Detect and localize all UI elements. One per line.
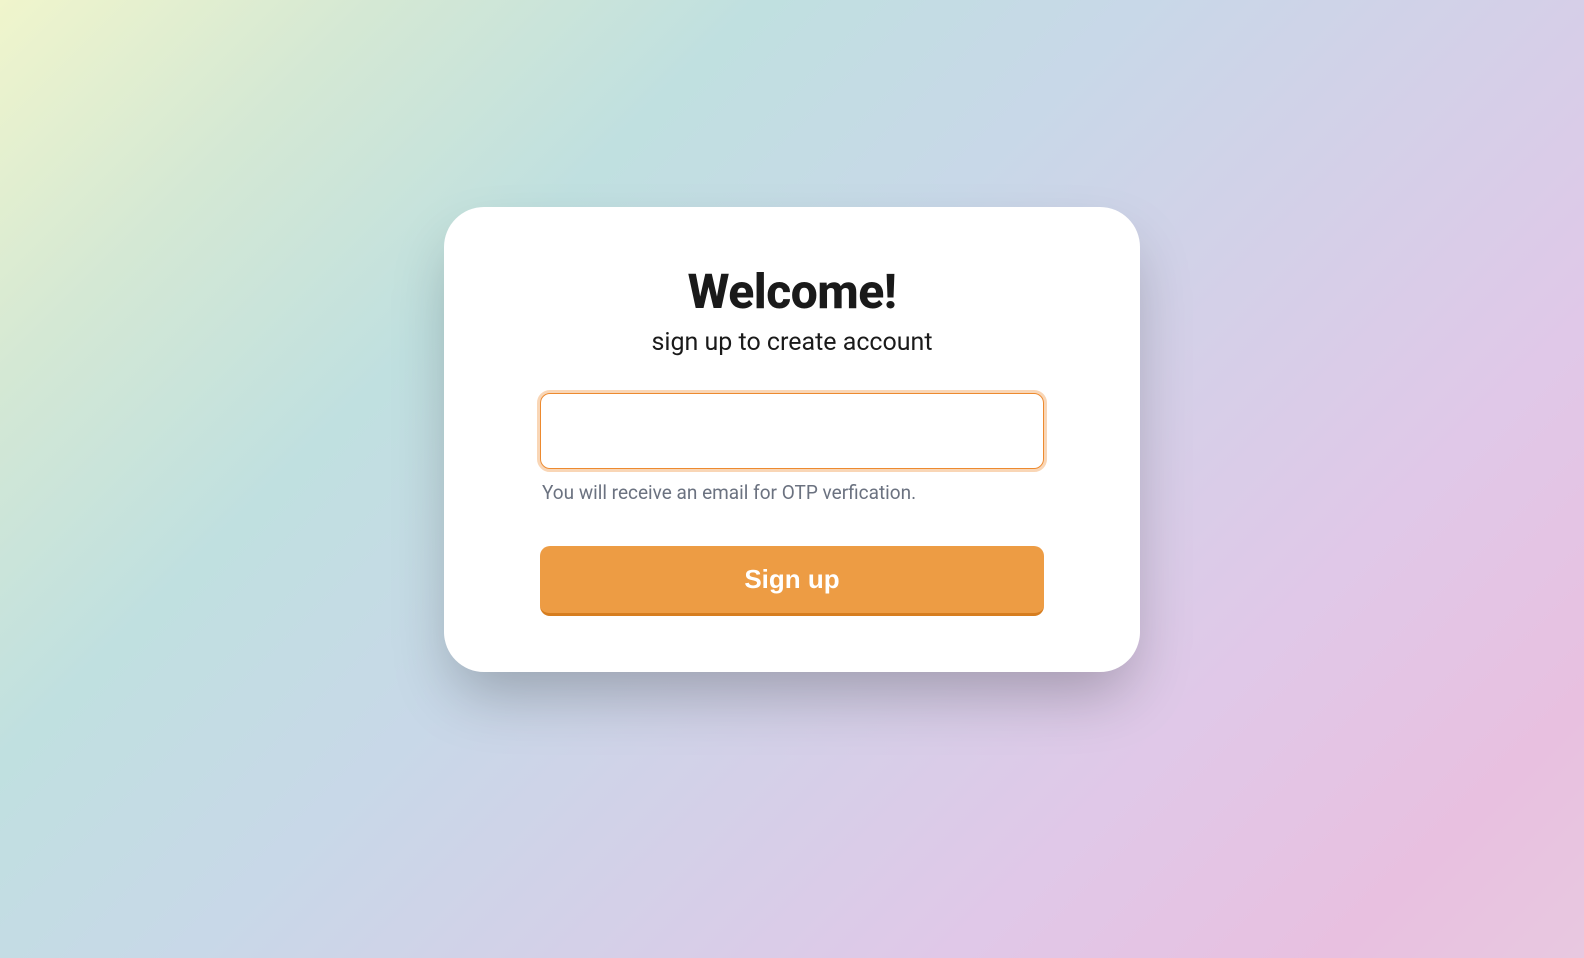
signup-subheading: sign up to create account bbox=[651, 328, 932, 357]
otp-helper-text: You will receive an email for OTP verfic… bbox=[540, 481, 1044, 504]
input-container: You will receive an email for OTP verfic… bbox=[504, 393, 1080, 616]
welcome-heading: Welcome! bbox=[688, 263, 897, 320]
signup-card: Welcome! sign up to create account You w… bbox=[444, 207, 1140, 672]
email-input[interactable] bbox=[540, 393, 1044, 469]
signup-button[interactable]: Sign up bbox=[540, 546, 1044, 616]
